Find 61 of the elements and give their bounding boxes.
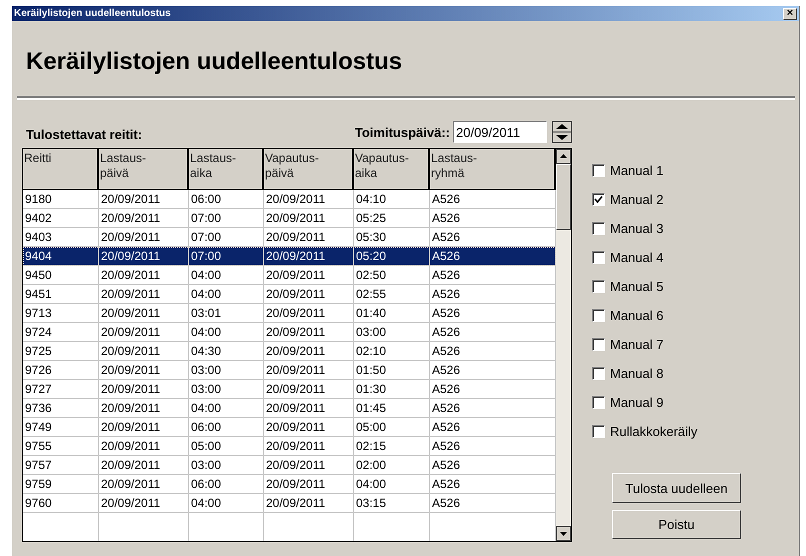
table-row[interactable]: 9451 20/09/2011 04:00 20/09/2011 02:55 A526	[23, 285, 556, 304]
column-header[interactable]: Vapautus- aika	[354, 149, 430, 189]
checkbox[interactable]	[592, 164, 605, 177]
page-heading: Keräilylistojen uudelleentulostus	[26, 48, 404, 76]
checkbox[interactable]	[592, 396, 605, 409]
table-cell: 9760	[23, 494, 99, 513]
exit-button[interactable]: Poistu	[612, 510, 741, 539]
checkbox-label: Manual 3	[610, 221, 664, 236]
spin-button[interactable]	[552, 121, 572, 143]
table-row[interactable]: 9402 20/09/2011 07:00 20/09/2011 05:25 A526	[23, 209, 556, 228]
table-row[interactable]: 9736 20/09/2011 04:00 20/09/2011 01:45 A526	[23, 399, 556, 418]
table-cell: 03:15	[354, 494, 430, 513]
checkbox[interactable]	[592, 193, 605, 206]
checkbox[interactable]	[592, 425, 605, 438]
column-header[interactable]: Reitti	[23, 149, 99, 189]
window-title: Keräilylistojen uudelleentulostus	[14, 8, 171, 19]
checkbox-label: Manual 2	[610, 192, 664, 207]
checkbox[interactable]	[592, 367, 605, 380]
delivery-date-label: Toimituspäivä::	[354, 124, 450, 140]
scroll-thumb[interactable]	[556, 164, 571, 230]
checkbox-label: Manual 8	[610, 366, 664, 381]
checkbox-label: Rullakkokeräily	[610, 424, 698, 439]
table-row[interactable]: 9760 20/09/2011 04:00 20/09/2011 03:15 A526	[23, 494, 556, 513]
table-row[interactable]: 9180 20/09/2011 06:00 20/09/2011 04:10 A526	[23, 190, 556, 209]
checkbox-label: Manual 1	[610, 163, 664, 178]
checkbox[interactable]	[592, 280, 605, 293]
checkbox-label: Manual 4	[610, 250, 664, 265]
checkbox-label: Manual 5	[610, 279, 664, 294]
reprint-button[interactable]: Tulosta uudelleen	[612, 473, 741, 503]
scroll-up-icon[interactable]	[556, 149, 571, 164]
date-field[interactable]: 20/09/2011	[453, 121, 547, 143]
table-cell: 20/09/2011	[264, 494, 354, 513]
close-button[interactable]: ×	[783, 8, 797, 20]
table-row[interactable]: 9726 20/09/2011 03:00 20/09/2011 01:50 A526	[23, 361, 556, 380]
table-row[interactable]: 9713 20/09/2011 03:01 20/09/2011 01:40 A526	[23, 304, 556, 323]
table-row[interactable]: 9757 20/09/2011 03:00 20/09/2011 02:00 A526	[23, 456, 556, 475]
table-cell: 04:00	[189, 494, 264, 513]
checkbox-label: Manual 7	[610, 337, 664, 352]
checkbox-label: Manual 6	[610, 308, 664, 323]
scroll-down-icon[interactable]	[556, 526, 571, 541]
table-cell: 20/09/2011	[99, 494, 189, 513]
checkbox-label: Manual 9	[610, 395, 664, 410]
table-row[interactable]: 9725 20/09/2011 04:30 20/09/2011 02:10 A526	[23, 342, 556, 361]
scrollbar[interactable]	[556, 149, 571, 541]
table-row[interactable]: 9404 20/09/2011 07:00 20/09/2011 05:20 A526	[23, 247, 556, 266]
table-row[interactable]: 9403 20/09/2011 07:00 20/09/2011 05:30 A526	[23, 228, 556, 247]
checkbox[interactable]	[592, 251, 605, 264]
checkbox[interactable]	[592, 338, 605, 351]
table-row[interactable]: 9749 20/09/2011 06:00 20/09/2011 05:00 A526	[23, 418, 556, 437]
column-header[interactable]: Vapautus- päivä	[264, 149, 354, 189]
checkbox[interactable]	[592, 309, 605, 322]
column-header[interactable]: Lastaus- aika	[189, 149, 264, 189]
table-row[interactable]: 9450 20/09/2011 04:00 20/09/2011 02:50 A526	[23, 266, 556, 285]
column-header[interactable]: Lastaus- ryhmä	[430, 149, 556, 189]
table-row[interactable]: 9724 20/09/2011 04:00 20/09/2011 03:00 A526	[23, 323, 556, 342]
checkbox[interactable]	[592, 222, 605, 235]
column-header[interactable]: Lastaus- päivä	[99, 149, 189, 189]
table-row[interactable]: 9727 20/09/2011 03:00 20/09/2011 01:30 A526	[23, 380, 556, 399]
routes-label: Tulostettavat reitit:	[26, 127, 142, 142]
table-row[interactable]: 9759 20/09/2011 06:00 20/09/2011 04:00 A526	[23, 475, 556, 494]
table-row[interactable]: 9755 20/09/2011 05:00 20/09/2011 02:15 A526	[23, 437, 556, 456]
